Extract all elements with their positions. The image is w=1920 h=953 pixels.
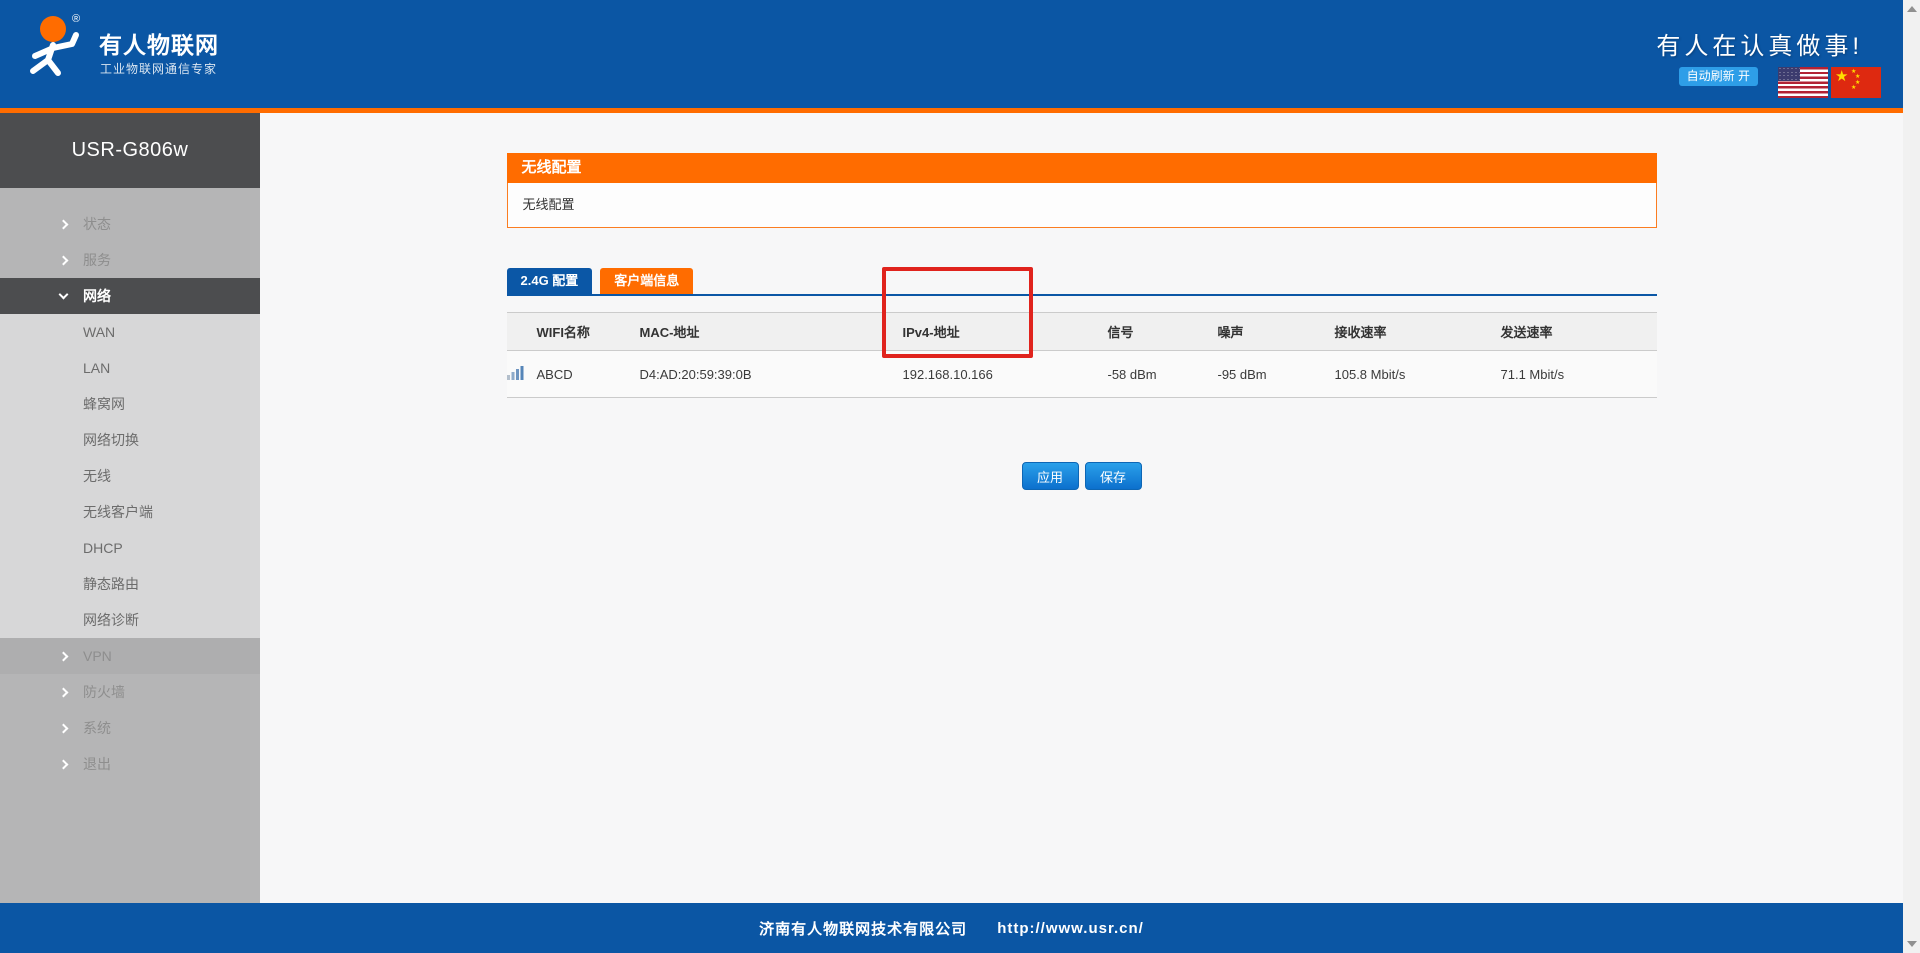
usr-logo-icon: ®: [22, 8, 92, 80]
chevron-right-icon: [59, 256, 69, 266]
top-header-bar: ® 有人物联网 工业物联网通信专家 有人在认真做事! 自动刷新 开 ★ ★ ★ …: [0, 0, 1903, 108]
col-wifi-name: WIFI名称: [537, 313, 640, 351]
sidebar-item-static-route[interactable]: 静态路由: [0, 566, 260, 602]
cn-flag-star: ★: [1835, 67, 1848, 85]
icon-column-header: [507, 313, 537, 351]
cn-flag-icon[interactable]: ★ ★ ★ ★ ★: [1831, 67, 1881, 98]
network-submenu: WAN LAN 蜂窝网 网络切换 无线 无线客户端 DHCP 静态路由 网络诊断: [0, 314, 260, 638]
chevron-right-icon: [59, 220, 69, 230]
cell-mac-address: D4:AD:20:59:39:0B: [640, 351, 903, 398]
brand-name: 有人物联网: [99, 26, 219, 60]
table-row: ABCD D4:AD:20:59:39:0B 192.168.10.166 -5…: [507, 351, 1657, 398]
col-receive-rate: 接收速率: [1335, 313, 1501, 351]
sidebar-menu: 状态 服务 网络 WAN LAN 蜂窝网 网络切换 无线 无线客户端 DHCP …: [0, 188, 260, 782]
client-info-table: WIFI名称 MAC-地址 IPv4-地址 信号 噪声 接收速率 发送速率: [507, 312, 1657, 398]
col-send-rate: 发送速率: [1501, 313, 1657, 351]
section-title: 无线配置: [507, 153, 1657, 183]
main-content-area: 无线配置 无线配置 2.4G 配置 客户端信息 WIFI名称 MAC-地址 IP…: [260, 113, 1903, 903]
sidebar-item-network-diagnosis[interactable]: 网络诊断: [0, 602, 260, 638]
svg-text:®: ®: [72, 13, 80, 25]
tab-24g-config[interactable]: 2.4G 配置: [507, 268, 593, 294]
chevron-right-icon: [59, 688, 69, 698]
footer-bar: 济南有人物联网技术有限公司 http://www.usr.cn/: [0, 903, 1903, 953]
cell-receive-rate: 105.8 Mbit/s: [1335, 351, 1501, 398]
auto-refresh-toggle[interactable]: 自动刷新 开: [1679, 67, 1758, 86]
col-noise: 噪声: [1218, 313, 1335, 351]
sidebar-item-wireless-client[interactable]: 无线客户端: [0, 494, 260, 530]
brand-tagline: 工业物联网通信专家: [100, 60, 217, 77]
cell-signal: -58 dBm: [1108, 351, 1218, 398]
action-buttons: 应用 保存: [507, 462, 1657, 490]
scroll-down-arrow-icon[interactable]: [1907, 941, 1917, 947]
cell-noise: -95 dBm: [1218, 351, 1335, 398]
sidebar-item-cellular[interactable]: 蜂窝网: [0, 386, 260, 422]
header-slogan: 有人在认真做事!: [1656, 26, 1863, 61]
sidebar-item-vpn[interactable]: VPN: [0, 638, 260, 674]
save-button[interactable]: 保存: [1085, 462, 1142, 490]
table-header-row: WIFI名称 MAC-地址 IPv4-地址 信号 噪声 接收速率 发送速率: [507, 313, 1657, 351]
sidebar-item-wan[interactable]: WAN: [0, 314, 260, 350]
sidebar-item-logout[interactable]: 退出: [0, 746, 260, 782]
sidebar: USR-G806w 状态 服务 网络 WAN LAN 蜂窝网 网络切换 无线 无…: [0, 113, 260, 903]
tab-bar: 2.4G 配置 客户端信息: [507, 268, 1657, 296]
chevron-down-icon: [59, 290, 69, 300]
tab-client-info[interactable]: 客户端信息: [600, 268, 693, 294]
us-flag-canton: [1778, 67, 1800, 81]
apply-button[interactable]: 应用: [1022, 462, 1079, 490]
cell-ipv4-address: 192.168.10.166: [903, 351, 1108, 398]
chevron-right-icon: [59, 760, 69, 770]
sidebar-item-network-switch[interactable]: 网络切换: [0, 422, 260, 458]
company-name: 济南有人物联网技术有限公司: [759, 918, 967, 939]
signal-bars-icon: [507, 351, 537, 398]
sidebar-item-services[interactable]: 服务: [0, 242, 260, 278]
sidebar-item-status[interactable]: 状态: [0, 206, 260, 242]
sidebar-item-firewall[interactable]: 防火墙: [0, 674, 260, 710]
col-signal: 信号: [1108, 313, 1218, 351]
cell-wifi-name: ABCD: [537, 351, 640, 398]
sidebar-item-dhcp[interactable]: DHCP: [0, 530, 260, 566]
col-ipv4-address: IPv4-地址: [903, 313, 1108, 351]
cell-send-rate: 71.1 Mbit/s: [1501, 351, 1657, 398]
website-link[interactable]: http://www.usr.cn/: [997, 920, 1144, 937]
us-flag-icon[interactable]: [1778, 67, 1828, 98]
col-mac-address: MAC-地址: [640, 313, 903, 351]
section-description: 无线配置: [507, 183, 1657, 228]
device-model-title: USR-G806w: [0, 113, 260, 188]
sidebar-item-system[interactable]: 系统: [0, 710, 260, 746]
sidebar-item-lan[interactable]: LAN: [0, 350, 260, 386]
chevron-right-icon: [59, 724, 69, 734]
scroll-up-arrow-icon[interactable]: [1907, 6, 1917, 12]
sidebar-item-network[interactable]: 网络: [0, 278, 260, 314]
chevron-right-icon: [59, 652, 69, 662]
vertical-scrollbar[interactable]: [1903, 0, 1920, 953]
sidebar-item-wireless[interactable]: 无线: [0, 458, 260, 494]
